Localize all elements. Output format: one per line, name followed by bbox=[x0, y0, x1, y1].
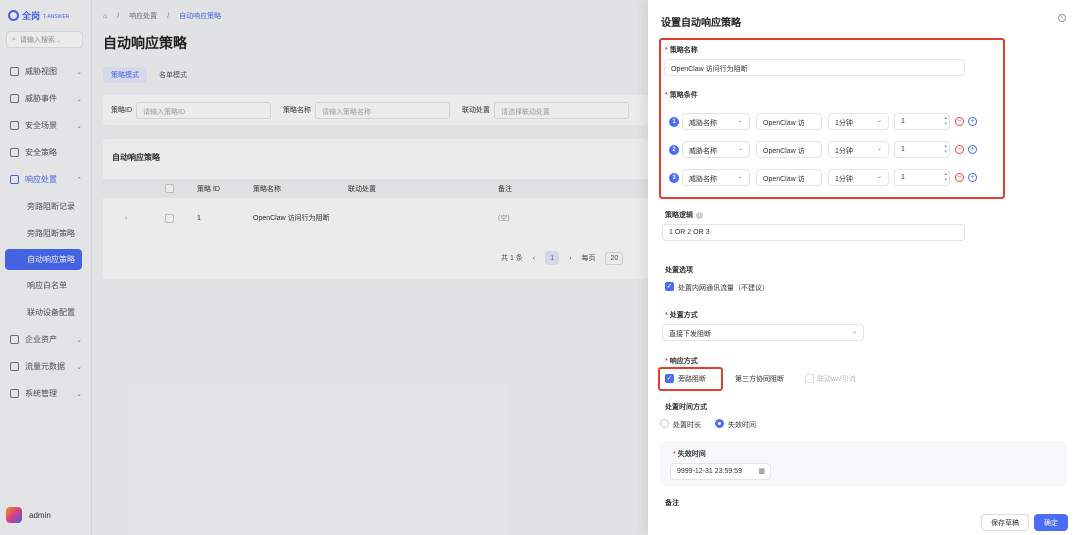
info-icon: i bbox=[696, 211, 703, 219]
stepper-icon: ▴ ▾ bbox=[944, 115, 947, 127]
condition-field-select[interactable]: 威胁名称 ⌄ bbox=[682, 113, 750, 130]
condition-count-input[interactable]: 1 ▴ ▾ bbox=[894, 113, 950, 130]
third-party-block-label[interactable]: 第三方协同阻断 bbox=[735, 374, 784, 384]
condition-field-select[interactable]: 威胁名称 ⌄ bbox=[682, 169, 750, 186]
condition-window-select[interactable]: 1分钟 ⌄ bbox=[828, 113, 889, 130]
expire-time-label: * 失效时间 bbox=[673, 451, 706, 458]
drawer-mask[interactable] bbox=[0, 0, 648, 535]
condition-window-select[interactable]: 1分钟 ⌄ bbox=[828, 169, 889, 186]
option-label: 处置选项 bbox=[665, 267, 693, 274]
chevron-down-icon: ⌄ bbox=[737, 174, 743, 180]
calendar-icon: ▦ bbox=[758, 468, 765, 475]
condition-index: 3 bbox=[669, 173, 679, 183]
option-text: 处置内网通讯流量（不建议） bbox=[678, 285, 769, 292]
add-condition-button[interactable]: + bbox=[968, 117, 977, 126]
time-mode-label: 处置时间方式 bbox=[665, 404, 707, 411]
policy-name-field[interactable]: OpenClaw 访问行为阻断 bbox=[664, 59, 965, 76]
expire-label: 失效时间 bbox=[728, 422, 756, 429]
duration-radio[interactable] bbox=[660, 419, 669, 428]
waf-checkbox bbox=[805, 374, 814, 383]
bypass-block-checkbox[interactable]: ✓ bbox=[665, 374, 674, 383]
waf-label: 联动waf引流 bbox=[817, 376, 856, 383]
policy-drawer: 设置自动响应策略 × * 策略名称 OpenClaw 访问行为阻断 * 策略条件 1… bbox=[648, 0, 1080, 535]
logic-label: 策略逻辑 i bbox=[665, 210, 703, 220]
chevron-down-icon: ⌄ bbox=[876, 146, 882, 152]
bypass-block-label: 旁路阻断 bbox=[678, 376, 706, 383]
chevron-down-icon: ⌄ bbox=[737, 118, 743, 124]
remove-condition-button[interactable]: − bbox=[955, 173, 964, 182]
chevron-down-icon: ⌄ bbox=[876, 118, 882, 124]
chevron-down-icon: ⌄ bbox=[876, 174, 882, 180]
condition-value-input[interactable]: OpenClaw 访 bbox=[756, 113, 822, 130]
stepper-icon: ▴ ▾ bbox=[944, 143, 947, 155]
condition-count-input[interactable]: 1 ▴ ▾ bbox=[894, 141, 950, 158]
condition-window-select[interactable]: 1分钟 ⌄ bbox=[828, 141, 889, 158]
confirm-button[interactable]: 确定 bbox=[1034, 514, 1068, 531]
condition-index: 1 bbox=[669, 117, 679, 127]
condition-value-input[interactable]: OpenClaw 访 bbox=[756, 141, 822, 158]
policy-name-label: * 策略名称 bbox=[665, 47, 698, 54]
expire-radio[interactable] bbox=[715, 419, 724, 428]
response-label: * 响应方式 bbox=[665, 358, 698, 365]
conditions-label: * 策略条件 bbox=[665, 92, 698, 99]
stepper-icon: ▴ ▾ bbox=[944, 171, 947, 183]
duration-label: 处置时长 bbox=[673, 422, 701, 429]
drawer-title: 设置自动响应策略 bbox=[661, 18, 741, 29]
remove-condition-button[interactable]: − bbox=[955, 117, 964, 126]
method-select[interactable]: 直接下发阻断 ⌄ bbox=[662, 324, 864, 341]
condition-index: 2 bbox=[669, 145, 679, 155]
method-label: * 处置方式 bbox=[665, 312, 698, 319]
remove-condition-button[interactable]: − bbox=[955, 145, 964, 154]
add-condition-button[interactable]: + bbox=[968, 145, 977, 154]
logic-input[interactable]: 1 OR 2 OR 3 bbox=[662, 224, 965, 241]
remark-label: 备注 bbox=[665, 500, 679, 507]
add-condition-button[interactable]: + bbox=[968, 173, 977, 182]
chevron-down-icon: ⌄ bbox=[851, 329, 857, 335]
condition-value-input[interactable]: OpenClaw 访 bbox=[756, 169, 822, 186]
save-draft-button[interactable]: 保存草稿 bbox=[981, 514, 1029, 531]
condition-field-select[interactable]: 威胁名称 ⌄ bbox=[682, 141, 750, 158]
close-icon[interactable]: × bbox=[1058, 14, 1066, 22]
expire-time-input[interactable]: 9999-12-31 23:59:59 ▦ bbox=[670, 463, 771, 480]
option-checkbox[interactable]: ✓ bbox=[665, 282, 674, 291]
chevron-down-icon: ⌄ bbox=[737, 146, 743, 152]
condition-count-input[interactable]: 1 ▴ ▾ bbox=[894, 169, 950, 186]
